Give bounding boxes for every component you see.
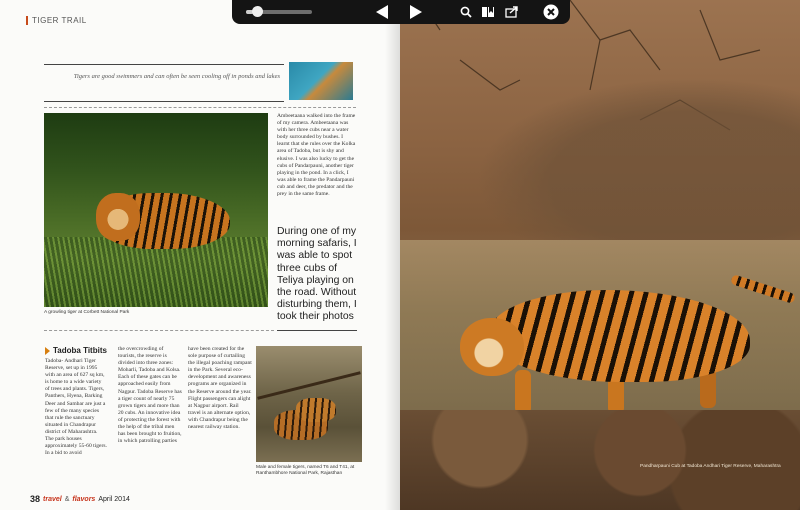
growling-tiger-photo bbox=[44, 113, 268, 307]
tiger-pair-photo bbox=[256, 346, 362, 462]
titbits-column-2: the overcrowding of tourists, the reserv… bbox=[118, 346, 182, 445]
tiger-t41 bbox=[296, 398, 336, 422]
titbits-heading: Tadoba Titbits bbox=[45, 346, 107, 355]
page-scrubber[interactable] bbox=[246, 0, 312, 24]
close-button[interactable] bbox=[540, 0, 562, 24]
titbits-column-1: Tadoba- Andhari Tiger Reserve, set up in… bbox=[45, 358, 107, 457]
titbits-title: Tadoba Titbits bbox=[53, 346, 107, 355]
quote-rule bbox=[277, 330, 357, 331]
foreground-rocks bbox=[400, 410, 800, 510]
big-pull-quote: During one of my morning safaris, I was … bbox=[277, 226, 357, 323]
section-tag: TIGER TRAIL bbox=[26, 16, 87, 25]
next-page-button[interactable] bbox=[404, 0, 428, 24]
tiger-leg bbox=[515, 370, 531, 414]
right-photo-caption: Pandharpauni Cub at Tadoba Andhari Tiger… bbox=[640, 464, 781, 469]
pull-quote-box bbox=[44, 64, 284, 102]
pair-photo-caption: Male and female tigers, named T6 and T41… bbox=[256, 465, 355, 476]
next-arrow-icon bbox=[410, 5, 422, 19]
bookmarks-button[interactable] bbox=[478, 0, 498, 24]
share-button[interactable] bbox=[502, 0, 522, 24]
divider-dashed bbox=[44, 107, 356, 108]
bookmarks-icon bbox=[482, 7, 494, 17]
swimming-tiger-thumbnail bbox=[289, 62, 353, 100]
article-column: Ambeetaana walked into the frame of my c… bbox=[277, 113, 356, 198]
magazine-name-flavors: flavors bbox=[72, 495, 96, 503]
magazine-name-amp: & bbox=[64, 495, 70, 503]
arrow-marker-icon bbox=[45, 346, 50, 355]
search-button[interactable] bbox=[456, 0, 476, 24]
page-footer: 38 travel & flavors April 2014 bbox=[30, 494, 130, 504]
page-spine-shadow bbox=[385, 0, 400, 510]
branch bbox=[257, 371, 361, 400]
walking-tiger-head bbox=[460, 318, 524, 376]
close-icon bbox=[543, 4, 559, 20]
search-icon bbox=[460, 6, 472, 18]
issue-date: April 2014 bbox=[98, 495, 130, 503]
magazine-name-travel: travel bbox=[43, 495, 62, 503]
scrubber-knob[interactable] bbox=[251, 6, 263, 17]
reader-toolbar bbox=[232, 0, 570, 24]
previous-page-button[interactable] bbox=[370, 0, 394, 24]
pull-quote: Tigers are good swimmers and can often b… bbox=[73, 73, 280, 80]
page-number: 38 bbox=[30, 494, 41, 504]
left-page: TIGER TRAIL Tigers are good swimmers and… bbox=[0, 0, 400, 510]
scrubber-track[interactable] bbox=[246, 6, 312, 17]
divider-dashed-2 bbox=[44, 330, 274, 331]
rocky-slope bbox=[440, 60, 800, 260]
tiger-head bbox=[96, 193, 140, 241]
share-icon bbox=[505, 6, 518, 18]
prev-arrow-icon bbox=[376, 5, 388, 19]
titbits-column-3: have been created for the sole purpose o… bbox=[188, 346, 252, 431]
right-page-photo: Pandharpauni Cub at Tadoba Andhari Tiger… bbox=[400, 0, 800, 510]
main-photo-caption: A growling tiger at Corbett National Par… bbox=[44, 310, 130, 315]
